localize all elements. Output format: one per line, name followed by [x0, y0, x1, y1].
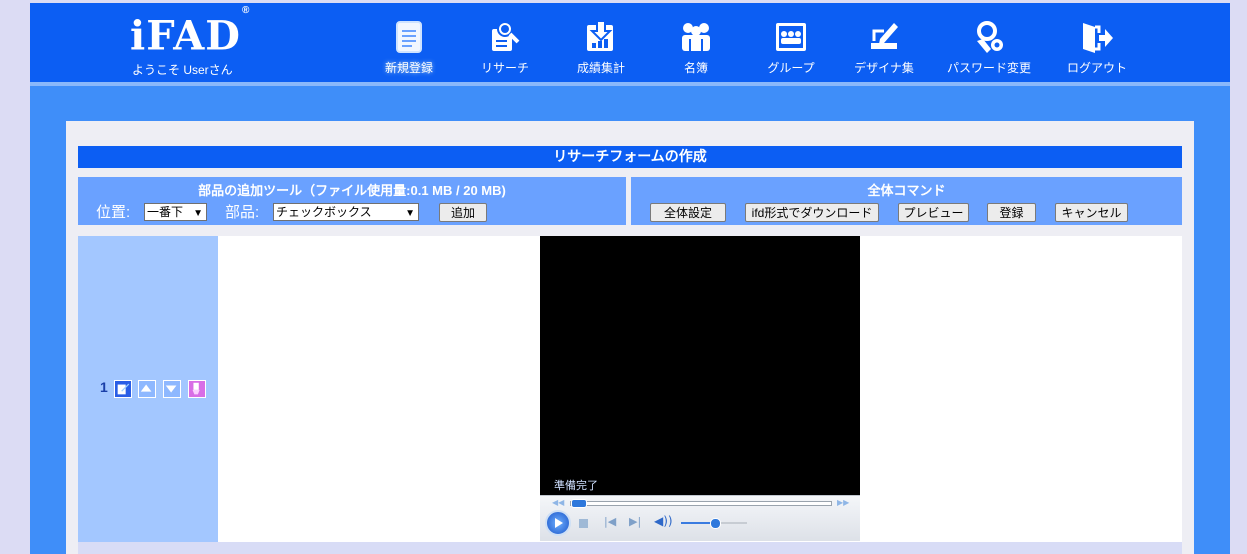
password-icon: [977, 21, 1003, 53]
volume-slider[interactable]: [681, 518, 747, 529]
move-down-icon[interactable]: [163, 380, 181, 398]
logout-icon: [1083, 23, 1113, 53]
nav-tally[interactable]: 成績集計: [555, 3, 647, 82]
research-icon: [492, 21, 520, 51]
nav-label: 成績集計: [576, 61, 625, 75]
row-controls-cell: 1: [78, 236, 218, 542]
move-up-icon[interactable]: [138, 380, 156, 398]
player-controls: ◀◀ ▶▶ |◀ ▶| ◀)): [540, 495, 860, 541]
global-commands-panel: 全体コマンド 全体設定 ifd形式でダウンロード プレビュー 登録 キャンセル: [631, 177, 1182, 225]
chevron-down-icon: ▼: [405, 208, 415, 219]
register-button[interactable]: 登録: [987, 203, 1036, 222]
cancel-button[interactable]: キャンセル: [1055, 203, 1128, 222]
nav-new-registration[interactable]: 新規登録: [363, 3, 455, 82]
nav-designer[interactable]: デザイナ集: [838, 3, 930, 82]
stop-icon[interactable]: [579, 519, 588, 528]
nav-password-change[interactable]: パスワード変更: [943, 3, 1035, 82]
welcome-text: ようこそ Userさん: [132, 63, 233, 77]
designer-icon: [871, 23, 898, 49]
chevron-down-icon: ▼: [193, 208, 203, 219]
nav-label: デザイナ集: [854, 61, 914, 75]
nav-label: ログアウト: [1066, 61, 1127, 75]
media-player: 準備完了 ◀◀ ▶▶ |◀ ▶| ◀)): [540, 236, 860, 541]
row-number: 1: [100, 379, 108, 395]
delete-icon[interactable]: [188, 380, 206, 398]
roster-icon: [682, 23, 710, 51]
download-ifd-button[interactable]: ifd形式でダウンロード: [745, 203, 879, 222]
previous-icon[interactable]: |◀: [604, 515, 616, 528]
command-panel-title: 全体コマンド: [867, 183, 946, 198]
tally-icon: [587, 20, 613, 51]
form-title: リサーチフォームの作成: [78, 146, 1182, 168]
add-button[interactable]: 追加: [439, 203, 487, 222]
seek-back-icon[interactable]: ◀◀: [552, 498, 564, 507]
position-select[interactable]: 一番下 ▼: [144, 203, 207, 221]
global-settings-button[interactable]: 全体設定: [650, 203, 726, 222]
document-icon: [396, 21, 422, 53]
nav-research[interactable]: リサーチ: [459, 3, 551, 82]
position-label: 位置:: [96, 204, 131, 221]
nav-label: 新規登録: [384, 61, 433, 75]
header-bar: iFAD® ようこそ Userさん 新規登録 リサーチ 成績集計 名簿 グループ…: [30, 3, 1230, 82]
play-button[interactable]: [545, 510, 571, 536]
part-select[interactable]: チェックボックス ▼: [273, 203, 419, 221]
page-frame: iFAD® ようこそ Userさん 新規登録 リサーチ 成績集計 名簿 グループ…: [30, 3, 1230, 554]
form-editor: リサーチフォームの作成 部品の追加ツール（ファイル使用量:0.1 MB / 20…: [66, 121, 1194, 554]
next-row-strip: [78, 542, 1182, 554]
nav-label: 名簿: [683, 61, 708, 75]
header-divider: [30, 82, 1230, 86]
seek-bar[interactable]: [570, 499, 832, 508]
nav-group[interactable]: グループ: [745, 3, 837, 82]
part-label: 部品:: [225, 204, 260, 221]
edit-icon[interactable]: [114, 380, 132, 398]
add-parts-tool-panel: 部品の追加ツール（ファイル使用量:0.1 MB / 20 MB) 位置: 一番下…: [78, 177, 626, 225]
nav-label: リサーチ: [480, 61, 529, 75]
volume-icon[interactable]: ◀)): [654, 514, 673, 528]
next-icon[interactable]: ▶|: [629, 515, 641, 528]
logo: iFAD®: [130, 5, 251, 60]
nav-logout[interactable]: ログアウト: [1051, 3, 1143, 82]
preview-button[interactable]: プレビュー: [898, 203, 969, 222]
group-icon: [776, 23, 806, 51]
nav-label: グループ: [767, 61, 815, 75]
nav-roster[interactable]: 名簿: [650, 3, 742, 82]
player-status: 準備完了: [554, 480, 598, 492]
nav-label: パスワード変更: [946, 61, 1031, 75]
seek-forward-icon[interactable]: ▶▶: [837, 498, 849, 507]
tool-panel-title: 部品の追加ツール（ファイル使用量:0.1 MB / 20 MB): [198, 183, 506, 198]
